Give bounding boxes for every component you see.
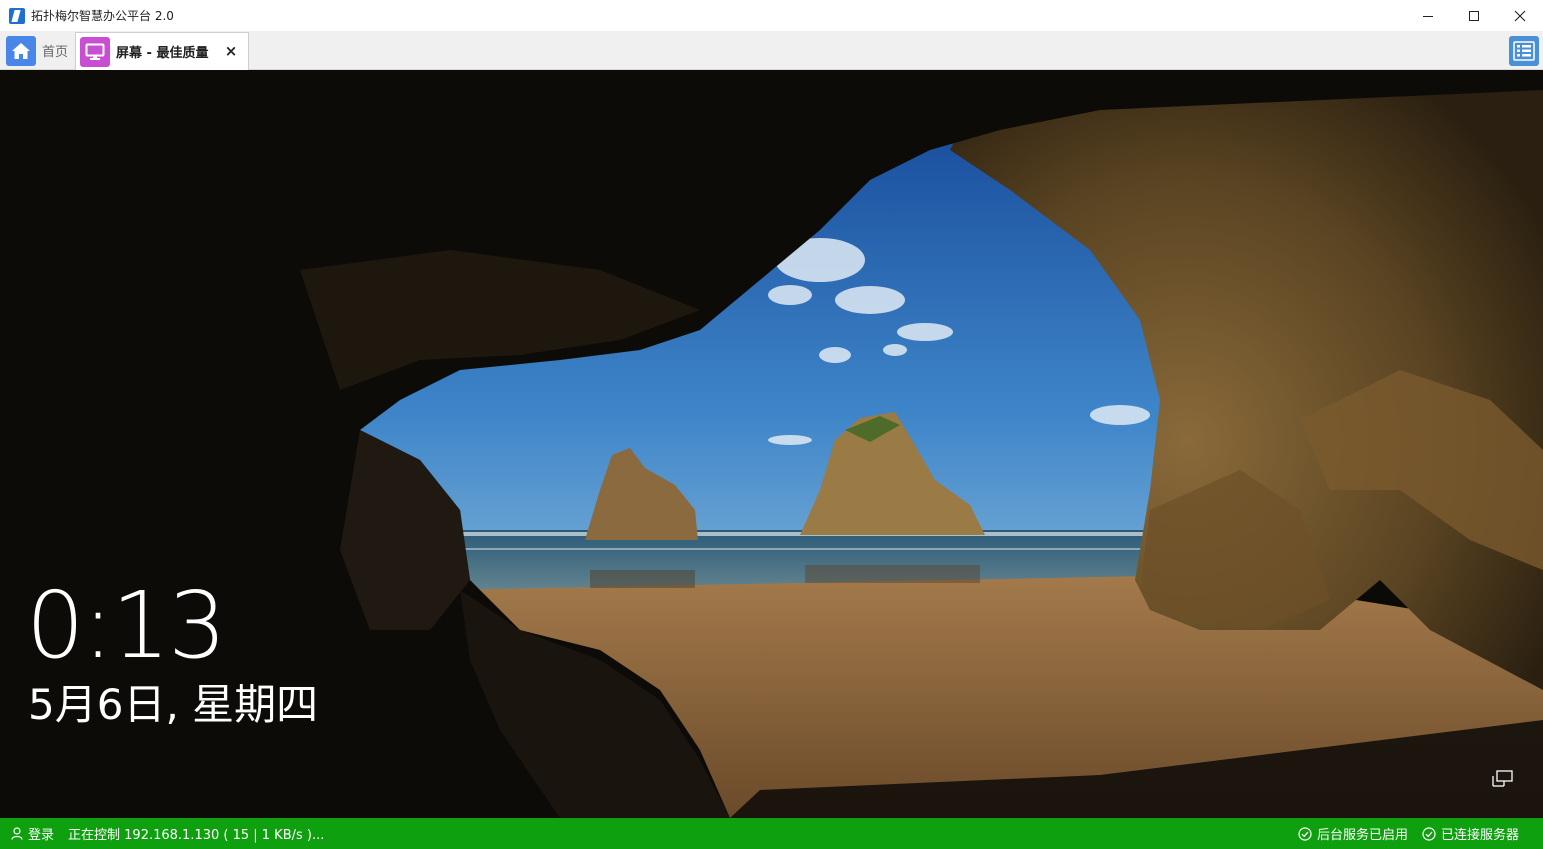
lock-screen-time: 0:13 [26, 572, 227, 679]
check-circle-icon [1298, 826, 1312, 841]
app-logo-icon [9, 7, 25, 24]
server-status-label: 已连接服务器 [1440, 828, 1519, 843]
title-bar[interactable]: 拓扑梅尔智慧办公平台 2.0 [0, 0, 1543, 31]
minimize-icon [1423, 15, 1433, 17]
tab-screen[interactable]: 屏幕 - 最佳质量 × [75, 32, 249, 70]
tab-home[interactable]: 首页 [6, 35, 68, 66]
window-controls [1405, 0, 1543, 31]
window-title: 拓扑梅尔智慧办公平台 2.0 [31, 9, 174, 23]
lock-screen-date: 5月6日, 星期四 [28, 680, 319, 729]
tab-bar: 首页 屏幕 - 最佳质量 × [0, 31, 1543, 70]
user-icon [11, 827, 23, 840]
login-label: 登录 [28, 828, 55, 843]
list-menu-icon [1513, 41, 1535, 61]
tab-close-button[interactable]: × [224, 43, 238, 59]
maximize-icon [1469, 10, 1479, 21]
status-right: 后台服务已启用 已连接服务器 [1284, 818, 1519, 849]
maximize-button[interactable] [1451, 0, 1497, 31]
tab-screen-label: 屏幕 - 最佳质量 [116, 46, 209, 61]
network-icon[interactable] [1492, 770, 1514, 788]
app-window: 拓扑梅尔智慧办公平台 2.0 首页 屏幕 - 最佳质量 × 0:13 5月6日,… [0, 0, 1543, 849]
check-circle-icon [1422, 826, 1436, 841]
server-status: 已连接服务器 [1422, 824, 1519, 843]
home-icon [6, 35, 36, 66]
service-status-label: 后台服务已启用 [1316, 828, 1408, 843]
status-bar: 登录 正在控制 192.168.1.130 ( 15 | 1 KB/s )...… [0, 818, 1543, 849]
close-icon [1514, 10, 1526, 21]
menu-button[interactable] [1509, 36, 1539, 66]
monitor-icon [80, 36, 110, 67]
remote-screen[interactable]: 0:13 5月6日, 星期四 [0, 70, 1543, 818]
service-status: 后台服务已启用 [1298, 824, 1408, 843]
tab-home-label: 首页 [42, 45, 69, 60]
login-button[interactable]: 登录 [11, 824, 54, 843]
close-window-button[interactable] [1497, 0, 1543, 31]
control-status-text: 正在控制 192.168.1.130 ( 15 | 1 KB/s )... [68, 828, 325, 843]
minimize-button[interactable] [1405, 0, 1451, 31]
